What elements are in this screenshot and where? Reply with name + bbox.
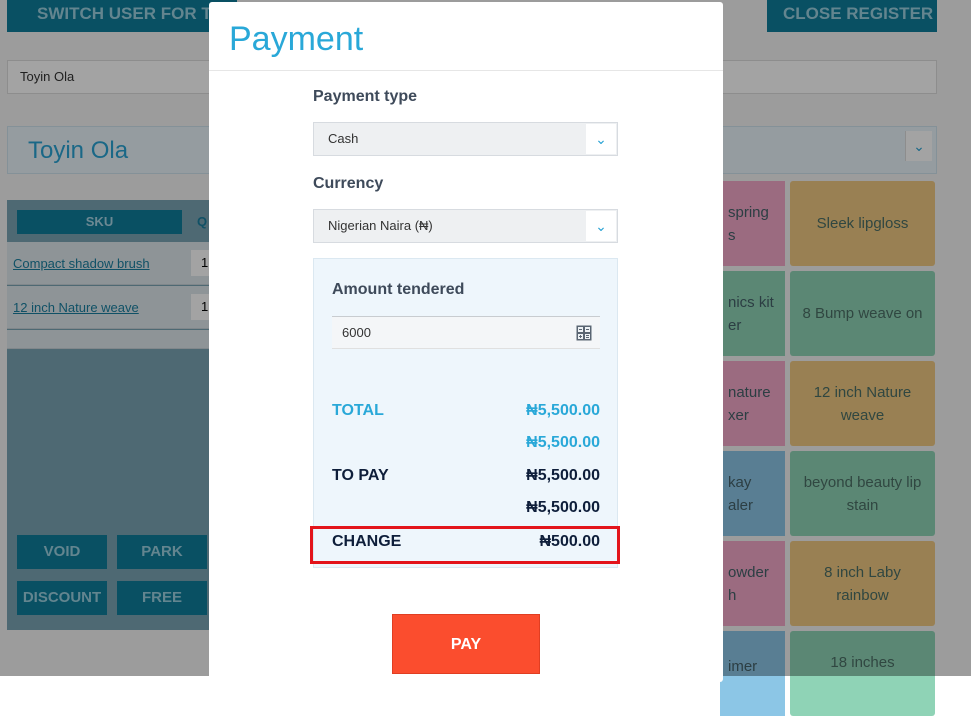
- modal-divider: [209, 70, 723, 71]
- modal-title: Payment: [229, 20, 364, 58]
- to-pay-sub-row: ₦5,500.00: [332, 496, 600, 520]
- pay-button[interactable]: PAY: [392, 614, 540, 674]
- to-pay-sub-value: ₦5,500.00: [526, 499, 600, 516]
- payment-type-label: Payment type: [313, 88, 418, 105]
- currency-value: Nigerian Naira (₦): [328, 218, 433, 233]
- amount-panel: Amount tendered 6000 TOTAL ₦5,500.00 ₦5,…: [313, 258, 618, 568]
- chevron-down-icon[interactable]: ⌄: [586, 124, 616, 154]
- to-pay-row: TO PAY ₦5,500.00: [332, 464, 600, 488]
- total-label: TOTAL: [332, 402, 384, 419]
- amount-tendered-value: 6000: [342, 325, 371, 340]
- payment-type-select[interactable]: Cash ⌄: [313, 122, 618, 156]
- to-pay-label: TO PAY: [332, 467, 389, 484]
- payment-modal: Payment Payment type Cash ⌄ Currency Nig…: [209, 2, 723, 682]
- total-sub-value: ₦5,500.00: [526, 434, 600, 451]
- change-highlight-box: [310, 526, 620, 564]
- total-row: TOTAL ₦5,500.00: [332, 399, 600, 423]
- to-pay-value: ₦5,500.00: [526, 467, 600, 484]
- currency-label: Currency: [313, 175, 384, 192]
- calculator-icon[interactable]: [576, 325, 592, 341]
- amount-tendered-label: Amount tendered: [332, 281, 465, 298]
- total-value: ₦5,500.00: [526, 402, 600, 419]
- chevron-down-icon[interactable]: ⌄: [586, 211, 616, 241]
- amount-tendered-input[interactable]: 6000: [332, 316, 600, 349]
- total-sub-row: ₦5,500.00: [332, 431, 600, 455]
- currency-select[interactable]: Nigerian Naira (₦) ⌄: [313, 209, 618, 243]
- payment-type-value: Cash: [328, 131, 359, 146]
